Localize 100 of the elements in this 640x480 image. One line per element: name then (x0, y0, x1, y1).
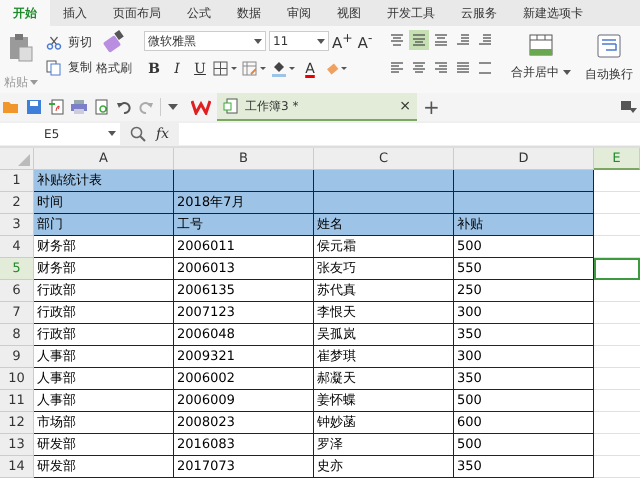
font-size-dropdown[interactable]: 11 (269, 31, 329, 51)
row-header[interactable]: 2 (0, 192, 34, 214)
close-tab-button[interactable]: × (399, 98, 411, 114)
shrink-font-button[interactable]: A$^{-}$ (355, 30, 375, 52)
underline-button[interactable]: U (190, 61, 210, 77)
ribbon-tab[interactable]: 数据 (224, 0, 274, 26)
table-cell: 研发部 (34, 456, 174, 478)
undo-icon (116, 99, 132, 115)
merge-center-button[interactable]: 合并居中 (507, 30, 575, 93)
cut-button[interactable]: 剪切 (46, 34, 92, 51)
table-cell: 500 (454, 434, 594, 456)
ribbon-tab[interactable]: 云服务 (448, 0, 510, 26)
formula-input[interactable] (179, 122, 640, 144)
table-cell: 300 (454, 302, 594, 324)
table-cell: 350 (454, 456, 594, 478)
table-cell: 2006048 (174, 324, 314, 346)
caret-icon (30, 80, 38, 84)
function-button[interactable]: fx (156, 126, 170, 142)
caret-icon (317, 38, 325, 44)
fill-color-icon (271, 60, 297, 78)
selected-cell[interactable] (594, 258, 640, 280)
redo-icon (138, 99, 154, 115)
cell-reference: E5 (44, 126, 60, 142)
table-cell: 罗泽 (314, 434, 454, 456)
row-header[interactable]: 11 (0, 390, 34, 412)
row-header[interactable]: 3 (0, 214, 34, 236)
row-header[interactable]: 13 (0, 434, 34, 456)
wrap-text-button[interactable]: 自动换行 (581, 30, 637, 93)
table-cell: 钟妙菡 (314, 412, 454, 434)
ribbon-tab[interactable]: 插入 (50, 0, 100, 26)
grow-font-button[interactable]: A$^{+}$ (332, 30, 352, 52)
table-cell: 350 (454, 324, 594, 346)
name-box[interactable]: E5 (0, 122, 120, 144)
column-header[interactable]: A (34, 148, 174, 170)
print-preview-icon (94, 99, 110, 115)
table-cell: 2006011 (174, 236, 314, 258)
table-cell: 2007123 (174, 302, 314, 324)
font-color-button[interactable]: A (300, 61, 320, 77)
column-header[interactable]: D (454, 148, 594, 170)
table-cell: 行政部 (34, 280, 174, 302)
column-header[interactable]: C (314, 148, 454, 170)
row-header[interactable]: 10 (0, 368, 34, 390)
ribbon-tab[interactable]: 页面布局 (100, 0, 174, 26)
table-cell: 550 (454, 258, 594, 280)
spreadsheet-icon (223, 98, 239, 114)
ribbon-tab[interactable]: 审阅 (274, 0, 324, 26)
open-folder-icon (2, 99, 20, 115)
dropdown-arrow-icon (167, 103, 179, 111)
table-cell: 侯元霜 (314, 236, 454, 258)
wrap-text-icon (597, 34, 621, 58)
copy-button[interactable]: 复制 (46, 59, 92, 76)
ribbon-tab[interactable]: 视图 (324, 0, 374, 26)
italic-button[interactable]: I (167, 61, 187, 77)
column-header[interactable]: B (174, 148, 314, 170)
caret-icon (254, 38, 262, 44)
row-header[interactable]: 1 (0, 170, 34, 192)
row-header[interactable]: 6 (0, 280, 34, 302)
table-cell: 部门 (34, 214, 174, 236)
table-cell: 2008023 (174, 412, 314, 434)
bold-button[interactable]: B (144, 61, 164, 77)
table-cell: 2006009 (174, 390, 314, 412)
table-cell: 史亦 (314, 456, 454, 478)
row-header[interactable]: 12 (0, 412, 34, 434)
row-header[interactable]: 14 (0, 456, 34, 478)
table-cell: 姜怀蝶 (314, 390, 454, 412)
ribbon-tab[interactable]: 开发工具 (374, 0, 448, 26)
font-name-dropdown[interactable]: 微软雅黑 (144, 31, 266, 51)
table-cell: 2009321 (174, 346, 314, 368)
row-header[interactable]: 8 (0, 324, 34, 346)
table-cell: 2017073 (174, 456, 314, 478)
table-cell: 时间 (34, 192, 174, 214)
table-cell: 300 (454, 346, 594, 368)
new-tab-button[interactable]: + (423, 95, 440, 119)
row-header[interactable]: 7 (0, 302, 34, 324)
align-button[interactable] (409, 30, 429, 50)
row-header[interactable]: 5 (0, 258, 34, 280)
table-cell: 500 (454, 390, 594, 412)
table-cell: 2016083 (174, 434, 314, 456)
table-cell: 财务部 (34, 236, 174, 258)
table-cell: 250 (454, 280, 594, 302)
clipboard-icon (8, 32, 34, 62)
format-painter-button[interactable]: 格式刷 (96, 30, 132, 93)
table-cell: 李恨天 (314, 302, 454, 324)
ribbon-tab[interactable]: 公式 (174, 0, 224, 26)
column-header[interactable]: E (594, 148, 640, 170)
align-lines-icon (477, 60, 493, 76)
row-header[interactable]: 9 (0, 346, 34, 368)
table-cell: 补贴 (454, 214, 594, 236)
table-cell: 人事部 (34, 346, 174, 368)
ribbon-tab[interactable]: 开始 (0, 0, 50, 26)
table-cell: 人事部 (34, 368, 174, 390)
merge-cells-icon (529, 34, 553, 56)
document-tab[interactable]: 工作簿3 * × (217, 93, 417, 121)
table-cell: 吴孤岚 (314, 324, 454, 346)
ribbon-tab[interactable]: 新建选项卡 (510, 0, 596, 26)
row-header[interactable]: 4 (0, 236, 34, 258)
save-icon (26, 99, 42, 115)
caret-icon (563, 70, 571, 75)
table-cell: 研发部 (34, 434, 174, 456)
table-cell: 行政部 (34, 324, 174, 346)
